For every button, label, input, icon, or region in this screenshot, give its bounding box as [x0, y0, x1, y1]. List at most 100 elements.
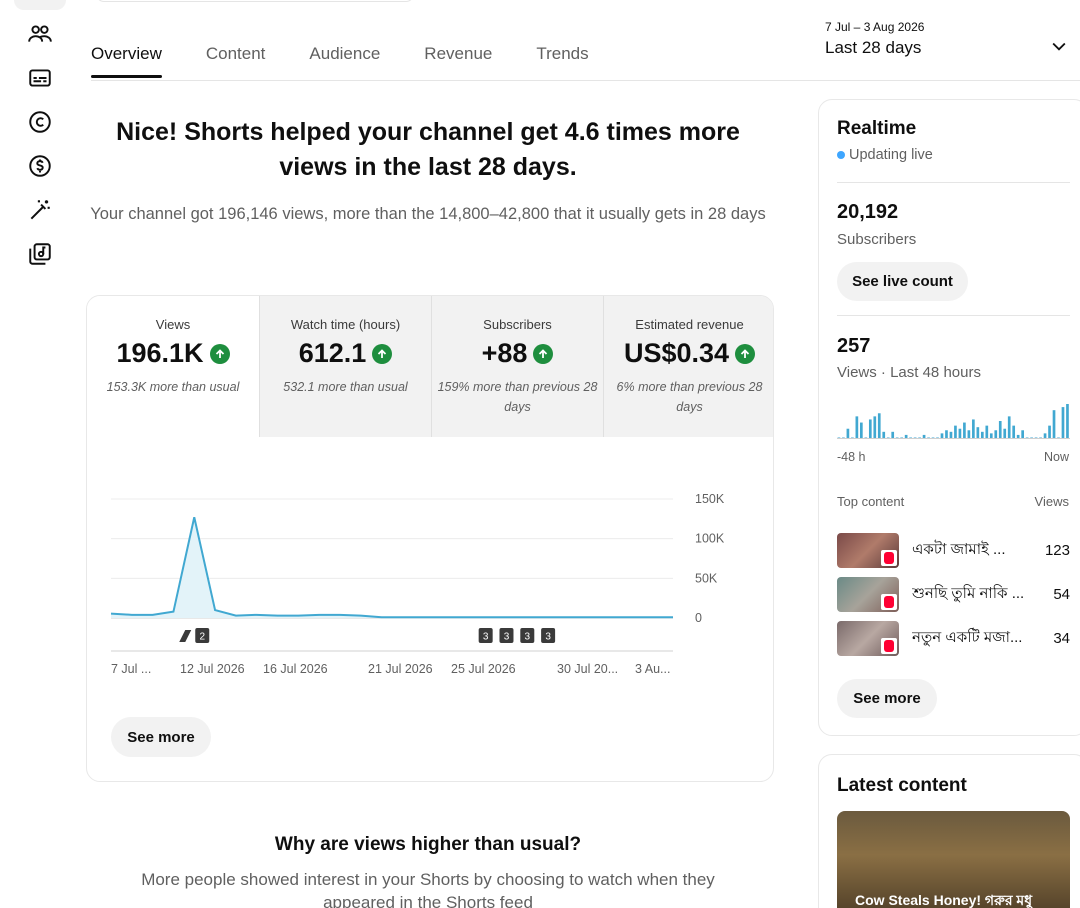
metric-value-row: +88: [432, 338, 603, 369]
sparkline-bar: [1025, 437, 1029, 438]
metric-watch-time[interactable]: Watch time (hours) 612.1 532.1 more than…: [259, 296, 431, 437]
sparkline-bar: [1066, 404, 1069, 438]
top-content-item[interactable]: নতুন একটি মজা... 34: [837, 620, 1070, 656]
metric-value-row: US$0.34: [604, 338, 773, 369]
top-content-header: Top content: [837, 494, 905, 509]
chart-x-tick-label: 3 Au...: [635, 662, 670, 676]
date-range-dates: 7 Jul – 3 Aug 2026: [825, 20, 925, 34]
tab-overview[interactable]: Overview: [91, 40, 162, 78]
sparkline-bar: [954, 425, 957, 438]
sparkline-bar: [963, 422, 966, 438]
subtitles-icon[interactable]: [24, 62, 56, 94]
top-content-views-header: Views: [1034, 494, 1069, 509]
sparkline-bar: [877, 413, 881, 438]
marker-count: 3: [483, 632, 489, 643]
sparkline-bar: [913, 437, 917, 438]
realtime-see-more-button[interactable]: See more: [837, 679, 937, 718]
marker-count: 2: [199, 632, 205, 643]
metric-revenue[interactable]: Estimated revenue US$0.34 6% more than p…: [603, 296, 773, 437]
rail-active-item[interactable]: [14, 0, 66, 10]
metric-subscribers[interactable]: Subscribers +88 159% more than previous …: [431, 296, 603, 437]
insight-headline: Nice! Shorts helped your channel get 4.6…: [116, 118, 740, 181]
metric-value-row: 196.1K: [87, 338, 259, 369]
earn-icon[interactable]: [24, 150, 56, 182]
sparkline-bar: [931, 437, 935, 438]
live-dot-icon: [837, 151, 845, 159]
why-body: More people showed interest in your Shor…: [141, 870, 715, 908]
sparkline-bar: [958, 428, 962, 438]
metric-tabs: Views 196.1K 153.3K more than usual Watc…: [87, 296, 773, 437]
sparkline-bar: [1061, 407, 1065, 438]
metric-value: +88: [481, 338, 528, 368]
sparkline-bar: [980, 431, 984, 438]
date-range-selector[interactable]: 7 Jul – 3 Aug 2026 Last 28 days: [825, 20, 1075, 72]
chart-x-tick-label: 12 Jul 2026: [180, 662, 245, 676]
audio-library-icon[interactable]: [24, 238, 56, 270]
sparkline-bar: [922, 434, 926, 438]
sparkline-bar: [1052, 410, 1056, 438]
chart-x-tick-label: 7 Jul ...: [111, 662, 151, 676]
see-more-button[interactable]: See more: [111, 717, 211, 757]
chart-x-tick-label: 21 Jul 2026: [368, 662, 433, 676]
sparkline-bar: [851, 437, 854, 438]
sparkline-bar: [1003, 428, 1007, 438]
views-chart[interactable]: 150K 100K 50K 0 2 3 3 3 3 7 Jul ... 12 Jul 2026 16 …: [87, 437, 773, 687]
chevron-down-icon: [1052, 42, 1066, 51]
arrow-up-icon: [372, 343, 393, 364]
sparkline-bar: [945, 430, 948, 438]
latest-content-card: Latest content Cow Steals Honey! গরুর মধ…: [818, 754, 1080, 908]
top-content-item[interactable]: একটা জামাই ... 123: [837, 532, 1070, 568]
search-bar-edge[interactable]: [96, 0, 414, 2]
chart-x-tick-label: 16 Jul 2026: [263, 662, 328, 676]
sparkline-bar: [985, 425, 989, 438]
realtime-live-text: Updating live: [849, 147, 933, 163]
tab-revenue[interactable]: Revenue: [424, 40, 492, 78]
see-live-count-button[interactable]: See live count: [837, 262, 968, 301]
sparkline-bar: [886, 437, 890, 438]
insight-subline: Your channel got 196,146 views, more tha…: [90, 205, 766, 223]
customization-icon[interactable]: [24, 194, 56, 226]
latest-video-thumbnail[interactable]: Cow Steals Honey! গরুর মধু: [837, 811, 1070, 908]
top-content-views: 34: [1053, 629, 1070, 647]
top-content-title: একটা জামাই ...: [912, 540, 1006, 558]
sparkline-bar: [891, 431, 895, 438]
metric-views[interactable]: Views 196.1K 153.3K more than usual: [87, 296, 259, 437]
sparkline-axis-start: -48 h: [837, 450, 866, 464]
metric-label: Watch time (hours): [290, 317, 401, 332]
top-content-item[interactable]: শুনছি তুমি নাকি ... 54: [837, 576, 1070, 612]
metrics-card: Views 196.1K 153.3K more than usual Watc…: [86, 295, 774, 782]
sparkline-bar: [1030, 437, 1033, 438]
sparkline-bar: [949, 431, 953, 438]
metric-note: 532.1 more than usual: [283, 380, 408, 394]
sparkline-bar: [864, 437, 868, 438]
sparkline-bar: [927, 437, 930, 438]
latest-video-caption: Cow Steals Honey! গরুর মধু: [855, 892, 1033, 908]
sparkline-bar: [1021, 430, 1024, 438]
arrow-up-icon: [209, 343, 230, 364]
top-content-title: শুনছি তুমি নাকি ...: [912, 584, 1025, 602]
copyright-icon[interactable]: [24, 106, 56, 138]
sparkline-bar: [895, 437, 899, 438]
chart-x-tick-label: 25 Jul 2026: [451, 662, 516, 676]
sparkline-bar: [989, 433, 993, 438]
marker-count: 3: [504, 632, 510, 643]
chart-x-tick-label: 30 Jul 20...: [557, 662, 618, 676]
sparkline-bar: [904, 434, 908, 438]
community-icon[interactable]: [24, 18, 56, 50]
shorts-icon: [881, 593, 897, 610]
sparkline-bar: [1057, 437, 1060, 438]
tab-audience[interactable]: Audience: [309, 40, 380, 78]
top-content-views: 54: [1053, 585, 1070, 603]
marker-count: 3: [525, 632, 531, 643]
video-thumbnail: [837, 620, 899, 656]
sparkline-bar: [1016, 434, 1020, 438]
tabs-divider: [91, 80, 1080, 81]
tab-trends[interactable]: Trends: [536, 40, 588, 78]
chart-y-tick-label: 0: [695, 611, 702, 625]
realtime-sparkline[interactable]: [837, 400, 1070, 440]
shorts-icon: [881, 637, 897, 654]
tab-content[interactable]: Content: [206, 40, 266, 78]
sparkline-bar: [1034, 437, 1038, 438]
arrow-up-icon: [533, 343, 554, 364]
sparkline-axis-end: Now: [1043, 450, 1069, 464]
